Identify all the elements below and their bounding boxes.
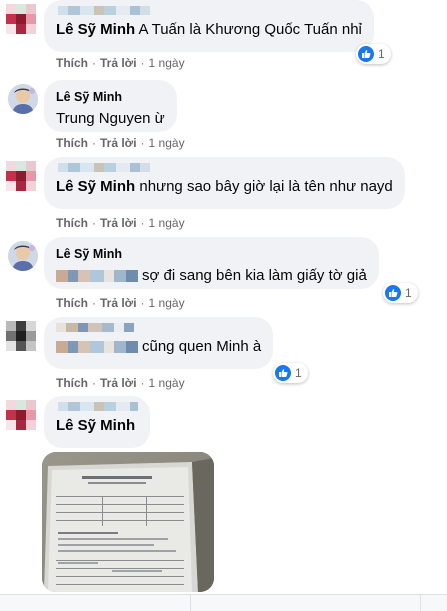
reaction-summary[interactable]: 1 [273,363,308,383]
avatar[interactable] [6,400,38,432]
reaction-count: 1 [295,366,302,380]
divider [190,595,191,611]
redacted-name [58,402,138,412]
comment-actions: Thích · Trả lời · 1 ngày [56,376,185,390]
avatar[interactable] [8,241,38,271]
comment-bubble: Lê Sỹ Minh Trung Nguyen ừ [44,80,177,132]
redacted-mention [56,270,138,283]
reaction-summary[interactable]: 1 [356,44,391,64]
like-button[interactable]: Thích [56,296,88,310]
comment-author[interactable]: Lê Sỹ Minh [56,21,135,38]
comment-text: nhưng sao bây giờ lại là tên như nayd [139,178,393,195]
avatar[interactable] [6,161,38,193]
like-icon [275,365,291,381]
comment-bubble: cũng quen Minh à [44,317,274,369]
comment-author[interactable]: Lê Sỹ Minh [56,178,135,195]
comment-text: cũng quen Minh à [142,338,262,355]
comment-bubble: Lê Sỹ Minh [44,396,150,448]
like-button[interactable]: Thích [56,136,88,150]
redacted-name [58,163,393,173]
reaction-count: 1 [405,286,412,300]
comment-bubble: Lê Sỹ Minh A Tuấn là Khương Quốc Tuấn nh… [44,0,374,52]
redacted-name [58,6,362,16]
divider [420,595,421,611]
comment-bubble: Lê Sỹ Minh sợ đi sang bên kia làm giấy t… [44,237,379,289]
redacted-mention [56,341,138,354]
comment-actions: Thích · Trả lời · 1 ngày [56,136,185,150]
avatar[interactable] [6,4,38,36]
like-button[interactable]: Thích [56,216,88,230]
comment-time[interactable]: 1 ngày [149,376,185,390]
comment-text: Trung Nguyen ừ [56,110,165,127]
comment-time[interactable]: 1 ngày [149,56,185,70]
comment-time[interactable]: 1 ngày [149,136,185,150]
reply-button[interactable]: Trả lời [100,376,137,390]
comment-time[interactable]: 1 ngày [149,216,185,230]
like-icon [358,46,374,62]
comment-text: A Tuấn là Khương Quốc Tuấn nhỉ [138,21,362,38]
reaction-count: 1 [378,47,385,61]
reply-button[interactable]: Trả lời [100,56,137,70]
comment-text: sợ đi sang bên kia làm giấy tờ giả [142,267,367,284]
comment-time[interactable]: 1 ngày [149,296,185,310]
like-button[interactable]: Thích [56,56,88,70]
comment-actions: Thích · Trả lời · 1 ngày [56,216,185,230]
comment-author[interactable]: Lê Sỹ Minh [56,246,367,262]
attached-photo[interactable] [42,452,214,592]
comment-author[interactable]: Lê Sỹ Minh [56,89,165,105]
reaction-summary[interactable]: 1 [383,283,418,303]
comment-actions: Thích · Trả lời · 1 ngày [56,56,185,70]
bottom-bar [0,594,447,611]
avatar[interactable] [8,84,38,114]
like-icon [385,285,401,301]
reply-button[interactable]: Trả lời [100,296,137,310]
comment-author[interactable]: Lê Sỹ Minh [56,416,138,436]
like-button[interactable]: Thích [56,376,88,390]
comment-bubble: Lê Sỹ Minh nhưng sao bây giờ lại là tên … [44,157,405,209]
reply-button[interactable]: Trả lời [100,136,137,150]
reply-button[interactable]: Trả lời [100,216,137,230]
redacted-name [56,323,261,333]
avatar[interactable] [6,321,38,353]
comment-actions: Thích · Trả lời · 1 ngày [56,296,185,310]
